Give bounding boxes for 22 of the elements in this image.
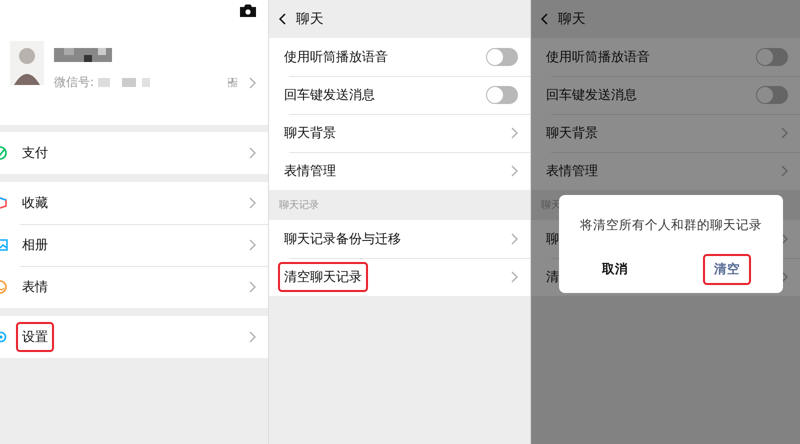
settings-label: 回车键发送消息 (545, 87, 638, 105)
settings-label: 聊 (545, 231, 560, 249)
settings-label: 使用听筒播放语音 (545, 49, 651, 67)
menu-label: 表情 (21, 279, 49, 297)
section-header: 聊天记录 (279, 199, 319, 212)
settings-label: 使用听筒播放语音 (283, 49, 389, 67)
settings-label: 清 (545, 269, 560, 287)
dialog-message: 将清空所有个人和群的聊天记录 (580, 217, 762, 234)
settings-label: 聊天背景 (545, 125, 599, 143)
page-title: 聊天 (558, 10, 586, 28)
menu-label: 支付 (21, 145, 49, 163)
settings-label: 聊天记录备份与迁移 (283, 231, 402, 249)
menu-label: 收藏 (21, 195, 49, 213)
settings-label: 清空聊天记录 (278, 262, 368, 292)
menu-label: 设置 (16, 322, 54, 352)
menu-label: 相册 (21, 237, 49, 255)
page-title: 聊天 (296, 10, 324, 28)
settings-label: 表情管理 (283, 163, 337, 181)
settings-label: 聊天背景 (283, 125, 337, 143)
settings-label: 回车键发送消息 (283, 87, 376, 105)
settings-label: 表情管理 (545, 163, 599, 181)
wechat-id-label: 微信号: (54, 74, 94, 91)
